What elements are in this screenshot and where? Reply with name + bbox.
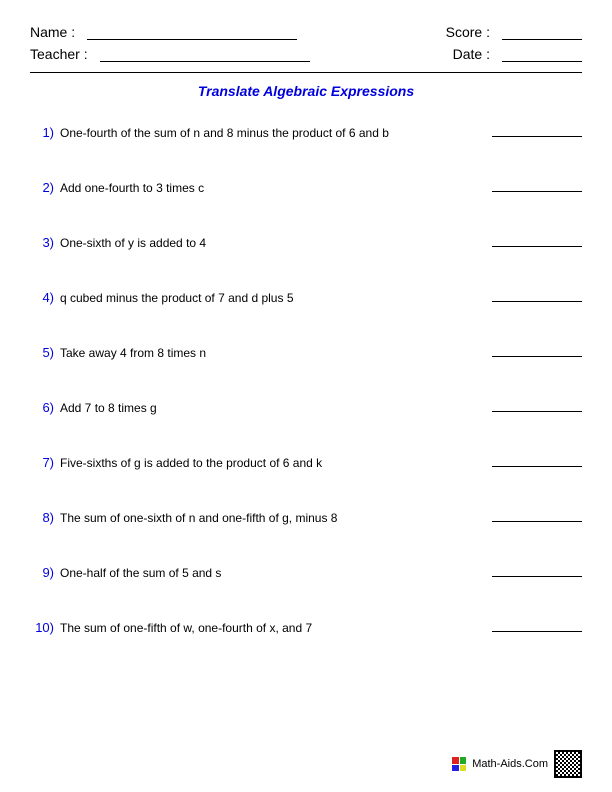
math-aids-icon [452,757,466,771]
answer-input-line[interactable] [492,398,582,412]
problem-text: One-sixth of y is added to 4 [60,236,482,250]
problem-row: 6) Add 7 to 8 times g [32,398,582,415]
name-input-line[interactable] [87,24,297,40]
problem-row: 2) Add one-fourth to 3 times c [32,178,582,195]
answer-input-line[interactable] [492,123,582,137]
score-label: Score : [446,24,490,40]
teacher-input-line[interactable] [100,46,310,62]
problem-row: 8) The sum of one-sixth of n and one-fif… [32,508,582,525]
score-input-line[interactable] [502,24,582,40]
worksheet-title: Translate Algebraic Expressions [30,83,582,99]
problem-number: 9) [32,565,60,580]
answer-input-line[interactable] [492,178,582,192]
problem-number: 6) [32,400,60,415]
answer-input-line[interactable] [492,618,582,632]
header-row-2: Teacher : Date : [30,46,582,62]
problem-text: The sum of one-sixth of n and one-fifth … [60,511,482,525]
problem-number: 5) [32,345,60,360]
problem-number: 3) [32,235,60,250]
problem-number: 4) [32,290,60,305]
problem-number: 7) [32,455,60,470]
date-field: Date : [453,46,582,62]
problem-list: 1) One-fourth of the sum of n and 8 minu… [30,123,582,635]
name-label: Name : [30,24,75,40]
qr-code-icon [554,750,582,778]
teacher-label: Teacher : [30,46,88,62]
problem-text: One-half of the sum of 5 and s [60,566,482,580]
problem-text: The sum of one-fifth of w, one-fourth of… [60,621,482,635]
answer-input-line[interactable] [492,233,582,247]
problem-row: 9) One-half of the sum of 5 and s [32,563,582,580]
answer-input-line[interactable] [492,563,582,577]
footer: Math-Aids.Com [452,750,582,778]
problem-text: Add 7 to 8 times g [60,401,482,415]
problem-text: Add one-fourth to 3 times c [60,181,482,195]
date-label: Date : [453,46,490,62]
problem-text: Take away 4 from 8 times n [60,346,482,360]
name-field: Name : [30,24,297,40]
date-input-line[interactable] [502,46,582,62]
footer-site: Math-Aids.Com [472,758,548,770]
problem-text: One-fourth of the sum of n and 8 minus t… [60,126,482,140]
problem-row: 5) Take away 4 from 8 times n [32,343,582,360]
problem-text: q cubed minus the product of 7 and d plu… [60,291,482,305]
answer-input-line[interactable] [492,288,582,302]
problem-row: 7) Five-sixths of g is added to the prod… [32,453,582,470]
teacher-field: Teacher : [30,46,310,62]
header-divider [30,72,582,73]
score-field: Score : [446,24,582,40]
problem-number: 1) [32,125,60,140]
problem-number: 10) [32,620,60,635]
header-row-1: Name : Score : [30,24,582,40]
problem-text: Five-sixths of g is added to the product… [60,456,482,470]
problem-row: 1) One-fourth of the sum of n and 8 minu… [32,123,582,140]
answer-input-line[interactable] [492,343,582,357]
problem-row: 4) q cubed minus the product of 7 and d … [32,288,582,305]
problem-row: 3) One-sixth of y is added to 4 [32,233,582,250]
problem-number: 8) [32,510,60,525]
answer-input-line[interactable] [492,453,582,467]
answer-input-line[interactable] [492,508,582,522]
problem-row: 10) The sum of one-fifth of w, one-fourt… [32,618,582,635]
problem-number: 2) [32,180,60,195]
